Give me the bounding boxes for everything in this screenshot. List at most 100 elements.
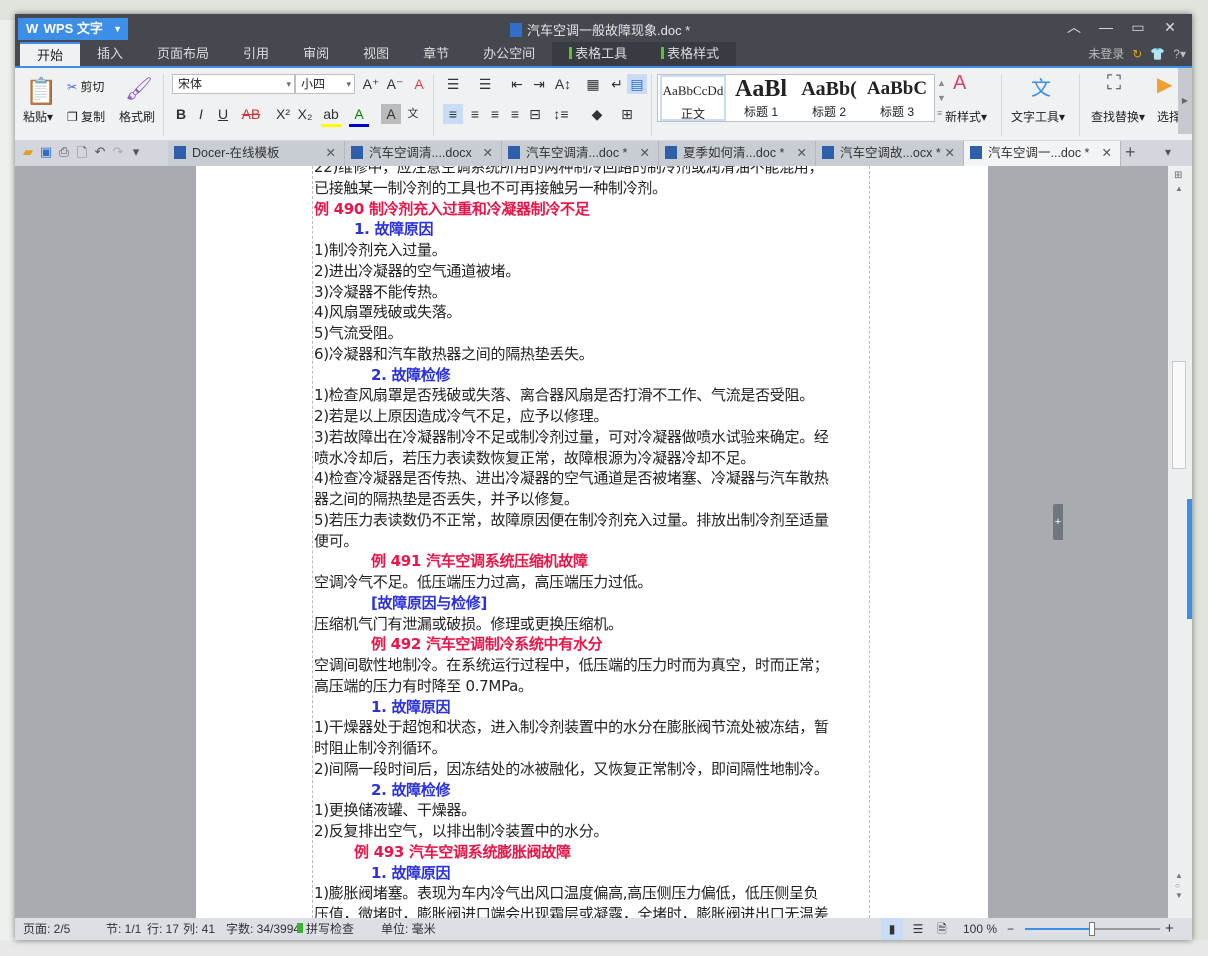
sync-icon[interactable]: ↻	[1132, 47, 1142, 61]
new-tab-icon[interactable]: +	[1125, 142, 1136, 163]
spell-check[interactable]: 拼写检查	[297, 918, 354, 940]
close-tab-icon[interactable]: ✕	[1102, 141, 1112, 166]
font-family-select[interactable]: 宋体	[172, 74, 295, 94]
bullets-icon[interactable]: ☰	[443, 74, 463, 94]
italic-icon[interactable]: I	[191, 104, 211, 124]
find-replace-button[interactable]: 查找替换▾	[1091, 108, 1145, 125]
scroll-up-icon[interactable]: ▲	[1175, 184, 1183, 193]
justify-icon[interactable]: ≡	[505, 104, 525, 124]
new-style-button[interactable]: 新样式▾	[945, 108, 987, 125]
tab-list-icon[interactable]: ▾	[1165, 145, 1171, 159]
paste-icon[interactable]: 📋	[25, 76, 57, 107]
format-painter-button[interactable]: 格式刷	[119, 108, 155, 125]
side-panel-handle[interactable]	[1187, 499, 1192, 619]
help-icon[interactable]: ?▾	[1173, 47, 1186, 61]
align-right-icon[interactable]: ≡	[485, 104, 505, 124]
shrink-font-icon[interactable]: A⁻	[385, 74, 405, 94]
save-icon[interactable]: ▣	[37, 144, 55, 166]
zoom-slider[interactable]	[1025, 922, 1160, 936]
align-left-icon[interactable]: ≡	[443, 104, 463, 124]
menu-tab[interactable]: 引用	[226, 42, 286, 66]
char-shading-icon[interactable]: A	[381, 104, 401, 124]
superscript-icon[interactable]: X²	[273, 104, 293, 124]
style-preset[interactable]: AaBbCcDd 正文	[660, 75, 726, 121]
skin-icon[interactable]: 👕	[1150, 47, 1165, 61]
scrollbar-thumb[interactable]	[1172, 361, 1186, 469]
open-icon[interactable]: ▰	[19, 144, 37, 166]
redo-icon[interactable]: ↷	[109, 144, 127, 166]
phonetic-icon[interactable]: 文	[403, 104, 423, 124]
outline-view-icon[interactable]: ☰	[907, 918, 929, 940]
print-icon[interactable]: ⎙	[55, 144, 73, 166]
close-tab-icon[interactable]: ✕	[483, 141, 493, 166]
border-icon[interactable]: ⊞	[617, 104, 637, 124]
page-nav-icons[interactable]: ▲ ○ ▼	[1175, 871, 1183, 901]
show-layout-icon[interactable]: ▤	[627, 74, 647, 94]
zoom-in-icon[interactable]: +	[1165, 918, 1174, 940]
paragraph-mark-icon[interactable]: ↵	[607, 74, 627, 94]
expand-side-panel-button[interactable]: +	[1053, 504, 1063, 540]
shading-fill-icon[interactable]: ◆	[587, 104, 607, 124]
document-text[interactable]: 22)维修中，应注意空调系统所用的两种制冷回路的制冷剂或润滑油不能混用， 已接触某…	[314, 166, 870, 918]
customize-icon[interactable]: ▾	[127, 144, 145, 166]
minimize-icon[interactable]: —	[1090, 17, 1122, 37]
increase-indent-icon[interactable]: ⇥	[529, 74, 549, 94]
ribbon-scroll-right[interactable]: ▶	[1178, 68, 1192, 134]
document-tab[interactable]: 汽车空调清...doc * ✕	[502, 141, 659, 166]
text-tools-button[interactable]: 文字工具▾	[1011, 108, 1065, 125]
cut-button[interactable]: ✂ 剪切	[67, 78, 104, 95]
zoom-level[interactable]: 100 %	[963, 918, 997, 940]
page-indicator[interactable]: 页面: 2/5	[23, 918, 70, 940]
menu-tab[interactable]: 插入	[80, 42, 140, 66]
menu-tab[interactable]: 视图	[346, 42, 406, 66]
style-preset[interactable]: AaBb(标题 2	[796, 75, 862, 121]
word-count[interactable]: 字数: 34/3994	[226, 918, 300, 940]
document-tab[interactable]: 夏季如何清...doc * ✕	[659, 141, 816, 166]
paste-button[interactable]: 粘贴▾	[23, 108, 53, 125]
document-tab[interactable]: Docer-在线模板 ✕	[168, 141, 345, 166]
maximize-icon[interactable]: ▭	[1122, 17, 1154, 37]
zoom-slider-knob[interactable]	[1089, 922, 1095, 936]
bold-icon[interactable]: B	[171, 104, 191, 124]
close-tab-icon[interactable]: ✕	[640, 141, 650, 166]
close-icon[interactable]: ✕	[1154, 17, 1186, 37]
web-view-icon[interactable]: 🗎	[931, 918, 953, 940]
table-icon[interactable]: ▦	[583, 74, 603, 94]
menu-tab[interactable]: 开始	[20, 42, 81, 66]
copy-button[interactable]: ❐ 复制	[67, 108, 105, 125]
clear-format-icon[interactable]: A	[409, 74, 429, 94]
subscript-icon[interactable]: X₂	[295, 104, 315, 124]
page-view-icon[interactable]: ▮	[881, 918, 903, 940]
document-page[interactable]: 22)维修中，应注意空调系统所用的两种制冷回路的制冷剂或润滑油不能混用， 已接触某…	[196, 166, 1063, 918]
collapse-ribbon-icon[interactable]: ︿	[1058, 17, 1090, 37]
grow-font-icon[interactable]: A⁺	[361, 74, 381, 94]
numbering-icon[interactable]: ☰	[475, 74, 495, 94]
underline-icon[interactable]: U	[213, 104, 233, 124]
close-tab-icon[interactable]: ✕	[326, 141, 336, 166]
sort-icon[interactable]: A↕	[553, 74, 573, 94]
font-size-select[interactable]: 小四	[295, 74, 355, 94]
style-preset[interactable]: AaBbC 标题 3	[864, 75, 930, 121]
menu-tab[interactable]: 页面布局	[140, 42, 226, 66]
style-preset[interactable]: AaBl 标题 1	[728, 75, 794, 121]
context-menu-tab[interactable]: 表格样式	[644, 42, 737, 66]
context-menu-tab[interactable]: 表格工具	[552, 42, 645, 66]
highlight-icon[interactable]: ab	[321, 104, 341, 127]
document-tab[interactable]: 汽车空调一...doc * ✕	[964, 141, 1121, 166]
align-center-icon[interactable]: ≡	[465, 104, 485, 124]
line-spacing-icon[interactable]: ↕≡	[551, 104, 571, 124]
font-color-icon[interactable]: A	[349, 104, 369, 127]
distribute-icon[interactable]: ⊟	[525, 104, 545, 124]
decrease-indent-icon[interactable]: ⇤	[507, 74, 527, 94]
login-link[interactable]: 未登录	[1088, 47, 1124, 61]
print-preview-icon[interactable]: 🗋	[73, 144, 91, 166]
menu-tab[interactable]: 章节	[406, 42, 466, 66]
document-tab[interactable]: 汽车空调清....docx ✕	[345, 141, 502, 166]
close-tab-icon[interactable]: ✕	[945, 141, 955, 166]
document-tab[interactable]: 汽车空调故...ocx * ✕	[816, 141, 964, 166]
strikethrough-icon[interactable]: AB	[241, 104, 261, 124]
zoom-out-icon[interactable]: −	[1007, 918, 1014, 940]
ruler-toggle-icon[interactable]: ⊞	[1174, 170, 1182, 181]
menu-tab[interactable]: 审阅	[286, 42, 346, 66]
app-menu-button[interactable]: W WPS 文字 ▼	[18, 18, 128, 40]
